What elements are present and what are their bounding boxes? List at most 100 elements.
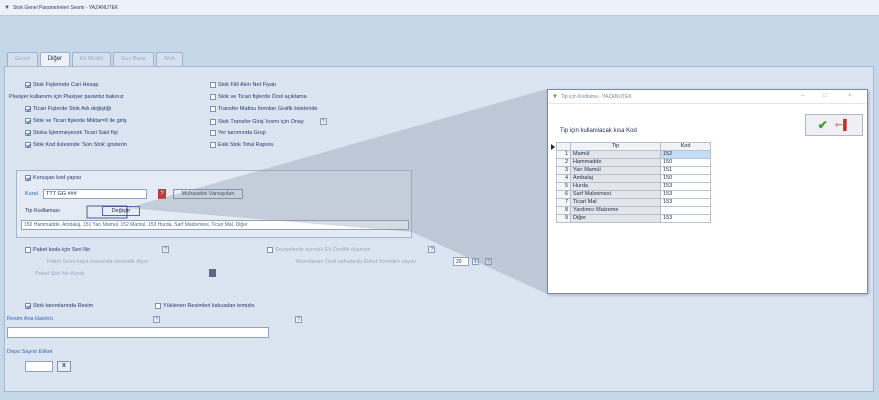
row-number: 3 [556,166,571,175]
kural-input[interactable]: TTT GG ### [43,189,147,199]
checkbox[interactable] [25,142,31,148]
ozel-saha-label: Tanımlanan Özel sahalarda Etiket Yerinde… [295,259,417,265]
close-icon[interactable]: × [848,93,852,99]
help-icon[interactable]: ? [295,316,302,323]
table-row[interactable]: 3 Yarı Mamül 151 [556,166,711,175]
minimize-icon[interactable]: – [801,93,804,99]
ozel-saha-sayisi-input[interactable]: 20 [453,257,469,266]
check-label: Yer tanımında Grup [218,130,266,136]
checkbox[interactable] [25,303,31,309]
check-stok-cari[interactable]: Stok Fişlerinde Cari Hesap [25,82,98,88]
seri-kurali-swatch[interactable] [209,269,216,277]
tab-genel[interactable]: Genel [7,52,38,66]
kod-cell[interactable]: 150 [660,174,711,183]
checkbox[interactable] [210,94,216,100]
check-ticari-stok-adi[interactable]: Ticari Fişlerde Stok Adı değiştiği [25,106,111,112]
help-icon[interactable]: ? [319,118,327,125]
checkbox[interactable] [25,175,31,181]
help-icon[interactable]: ? [428,246,436,253]
checkbox[interactable] [267,246,273,253]
row-number: 6 [556,190,571,199]
check-yer-grup[interactable]: Yer tanımında Grup [210,130,266,136]
check-label: Stok Kod listesinde 'Son Stok' gösterin [33,142,127,148]
check-label: Paket kodu için Seri No [33,246,91,253]
check-label: Stok Fiili Alım Net Fiyatı [218,82,277,88]
checkbox[interactable] [155,303,161,309]
check-fiili-alim[interactable]: Stok Fiili Alım Net Fiyatı [210,82,276,88]
check-transfer-grafik[interactable]: Transfer Mattsu formları Grafik listeler… [210,106,317,112]
paket-seri-kurali-label: Paket Seri No Kuralı [35,271,85,277]
help-icon[interactable]: ? [153,316,160,323]
check-son-stok[interactable]: Stok Kod listesinde 'Son Stok' gösterin [25,142,127,148]
check-transfer-onay[interactable]: Stok Transfer Giriş' kısmı için Onay ? [210,118,327,125]
kod-cell[interactable]: 153 [660,182,711,191]
kod-cell[interactable] [660,206,711,215]
plasiyer-label: Plasiyer kullanımı için Plasiyer parantı… [9,94,124,100]
tip-kodlamasi-label: Tip Kodlaması [25,208,60,214]
table-row[interactable]: 5 Hurda 153 [556,182,711,191]
table-row[interactable]: 1 Mamül 152 [556,150,711,159]
check-ozel-aciklama[interactable]: Stok ve Ticari fişlerde Özel açıklama [210,94,307,100]
tip-kod-table: Tip Kod 1 Mamül 152 2 Hammadde 150 3 Yar… [556,142,711,223]
stepper-icon[interactable]: ⇕ [472,258,479,265]
check-stok-resim[interactable]: Stok tanımlarında Resim [25,303,93,309]
check-paket-seri[interactable]: Paket kodu için Seri No ? [25,246,170,253]
resim-klasor-input[interactable] [7,327,269,338]
tab-ek-modul[interactable]: Ek Modül [72,52,111,66]
check-label: Konuşan kod yapısı [33,175,82,181]
exit-icon[interactable]: ⇽▌ [835,120,850,131]
app-icon: ▼ [552,93,558,100]
kod-cell[interactable]: 153 [660,190,711,199]
kod-cell[interactable]: 153 [660,214,711,223]
tab-web[interactable]: Web [155,52,183,66]
help-icon[interactable]: ? [158,189,166,199]
checkbox[interactable] [210,106,216,112]
depo-etiket-input[interactable] [25,361,53,372]
ok-check-icon[interactable]: ✔ [818,118,828,132]
tip-kodlama-window: ▼ Tip için Kodlama - YAZANUTEK – □ × ✔ ⇽… [547,89,868,294]
checkbox[interactable] [210,142,216,148]
table-row[interactable]: 4 Ambalaj 150 [556,174,711,183]
help-icon[interactable]: ? [485,258,492,265]
row-number-header [556,142,571,151]
kod-cell[interactable]: 151 [660,166,711,175]
table-row[interactable]: 6 Sarf Malzemesi 153 [556,190,711,199]
kod-cell[interactable]: 152 [660,150,711,159]
muhasebe-varsayilan-button[interactable]: Muhasebe Varsayılan [173,189,243,199]
tab-diger[interactable]: Diğer [39,52,71,66]
check-miktar-sifir[interactable]: Stok ve Ticari fişlerde Miktar=0 ile gir… [25,118,127,124]
kod-cell[interactable]: 150 [660,158,711,167]
check-konusan-kod[interactable]: Konuşan kod yapısı [25,175,81,181]
checkbox[interactable] [210,130,216,136]
checkbox[interactable] [25,246,31,253]
table-row[interactable]: 8 Yardımcı Malzeme [556,206,711,215]
degistir-button[interactable]: Değiştir [102,206,140,216]
row-number: 7 [556,198,571,207]
column-header-kod[interactable]: Kod [660,142,711,151]
check-label: Stok ve Ticari fişlerde Miktar=0 ile gir… [33,118,127,124]
column-header-tip[interactable]: Tip [570,142,661,151]
kod-yapisi-group: Konuşan kod yapısı Kural TTT GG ### ? Mu… [16,170,412,238]
check-yuklenen-temizle[interactable]: Yüklenen Resimleri kalıcadan temizle [155,303,254,309]
check-label: Stoka İşlenmeyecek Ticari Satıl fişi [33,130,118,136]
checkbox[interactable] [210,118,216,125]
checkbox[interactable] [25,82,31,88]
help-icon[interactable]: ? [162,246,170,253]
tip-summary-field: 150 Hammadde, Ambalaj, 151 Yarı Mamul, 1… [21,220,409,230]
check-stoka-islenmeyecek[interactable]: Stoka İşlenmeyecek Ticari Satıl fişi [25,130,118,136]
table-row[interactable]: 7 Ticari Mal 153 [556,198,711,207]
clear-button[interactable]: X [57,361,71,372]
tab-gicr-baha[interactable]: Gıcr Baha [112,52,154,66]
table-row[interactable]: 9 Diğer 153 [556,214,711,223]
check-label: Seviyelerde ayrıntılı Ek Özellik düşman [275,246,371,253]
checkbox[interactable] [25,106,31,112]
popup-titlebar: ▼ Tip için Kodlama - YAZANUTEK [548,90,867,104]
check-eski-total[interactable]: Eski Stok Total Raporu [210,142,274,148]
checkbox[interactable] [25,130,31,136]
checkbox[interactable] [25,118,31,124]
maximize-icon[interactable]: □ [823,93,827,99]
check-seviye-ozellik[interactable]: Seviyelerde ayrıntılı Ek Özellik düşman … [267,246,436,253]
table-row[interactable]: 2 Hammadde 150 [556,158,711,167]
kod-cell[interactable]: 153 [660,198,711,207]
checkbox[interactable] [210,82,216,88]
